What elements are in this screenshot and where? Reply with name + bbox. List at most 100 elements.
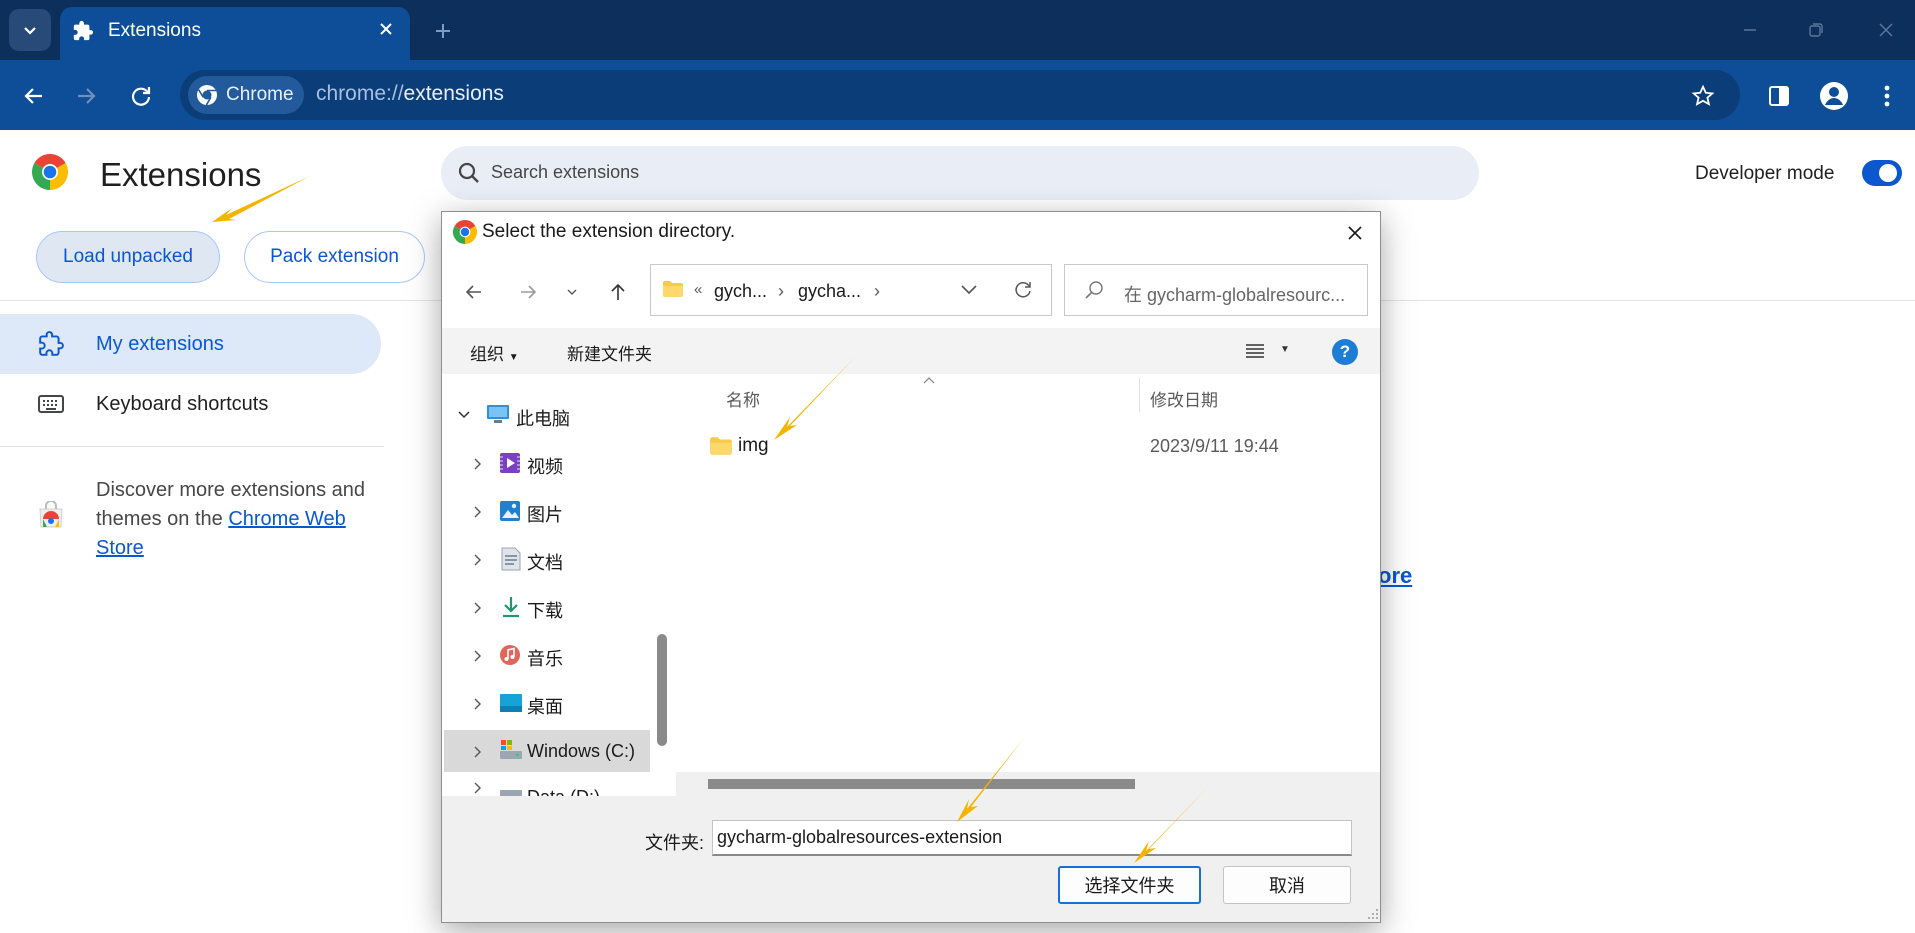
toggle-knob — [1879, 164, 1897, 182]
view-options-icon[interactable] — [1244, 342, 1266, 360]
up-folder-button[interactable] — [602, 276, 634, 308]
resize-grip-icon[interactable] — [1367, 908, 1379, 920]
tab-close-button[interactable] — [375, 18, 397, 40]
computer-icon — [487, 405, 509, 423]
sidebar-item-label: My extensions — [96, 333, 224, 355]
chevron-right-icon[interactable] — [472, 602, 482, 614]
column-header-modified[interactable]: 修改日期 — [1150, 386, 1218, 411]
column-separator[interactable] — [1139, 378, 1140, 412]
puzzle-icon — [73, 20, 94, 41]
help-button[interactable]: ? — [1332, 339, 1358, 365]
side-panel-button[interactable] — [1763, 80, 1795, 112]
restore-button[interactable] — [1796, 14, 1836, 46]
close-icon — [380, 23, 392, 35]
tab-title: Extensions — [108, 20, 201, 41]
chrome-site-chip[interactable]: Chrome — [188, 76, 304, 114]
chevron-right-icon[interactable] — [472, 650, 482, 662]
chevron-right-icon[interactable] — [472, 698, 482, 710]
close-icon — [1348, 226, 1362, 240]
documents-folder-icon — [501, 547, 521, 571]
scrollbar-thumb[interactable] — [708, 779, 1135, 789]
tree-item-clipped: Data (D:) — [444, 772, 650, 796]
window-close-button[interactable] — [1866, 14, 1906, 46]
forward-button[interactable] — [66, 76, 106, 116]
sidebar-item-keyboard-shortcuts[interactable]: Keyboard shortcuts — [96, 393, 268, 416]
partially-hidden-link[interactable]: ore — [1378, 563, 1412, 589]
recent-locations-button[interactable] — [556, 276, 588, 308]
load-unpacked-button[interactable]: Load unpacked — [36, 231, 220, 283]
drive-icon — [500, 790, 522, 796]
search-icon — [458, 162, 479, 183]
reload-icon — [131, 87, 151, 106]
chevron-right-icon[interactable] — [472, 782, 482, 794]
column-header-name[interactable]: 名称 — [726, 386, 760, 411]
close-icon — [1879, 23, 1893, 37]
tree-item-this-pc[interactable]: 此电脑 — [516, 405, 570, 431]
pictures-folder-icon — [500, 501, 520, 521]
breadcrumb-item[interactable]: gych... — [714, 281, 767, 302]
file-name: img — [738, 435, 769, 456]
refresh-icon[interactable] — [1013, 280, 1033, 300]
menu-button[interactable] — [1872, 78, 1902, 114]
chrome-logo-icon — [32, 154, 68, 190]
bookmark-button[interactable] — [1687, 80, 1719, 112]
arrow-right-icon — [78, 88, 96, 104]
dropdown-arrow-icon: ▼ — [508, 352, 519, 363]
chevron-right-icon[interactable] — [472, 506, 482, 518]
chevron-right-icon[interactable] — [472, 746, 482, 758]
arrow-up-icon — [611, 283, 625, 300]
tree-item-videos[interactable]: 视频 — [527, 453, 563, 479]
dialog-forward-button[interactable] — [512, 276, 544, 308]
restore-icon — [1809, 23, 1823, 37]
back-button[interactable] — [14, 76, 54, 116]
arrow-right-icon — [521, 285, 537, 299]
new-tab-button[interactable] — [428, 16, 458, 46]
tree-item-windows-c[interactable]: Windows (C:) — [527, 741, 635, 762]
tree-scrollbar[interactable] — [657, 634, 667, 746]
tree-item-desktop[interactable]: 桌面 — [527, 693, 563, 719]
url-scheme: chrome:// — [316, 82, 404, 105]
dialog-search-placeholder: 在 gycharm-globalresourc... — [1124, 285, 1346, 305]
arrow-left-icon — [24, 88, 42, 104]
chevron-right-icon[interactable] — [472, 458, 482, 470]
pack-extension-button[interactable]: Pack extension — [244, 231, 425, 283]
tree-item-data-d[interactable]: Data (D:) — [527, 787, 600, 796]
extension-icon — [39, 331, 64, 356]
search-placeholder: Search extensions — [491, 162, 640, 182]
profile-button[interactable] — [1816, 78, 1852, 114]
plus-icon — [436, 24, 450, 38]
minimize-button[interactable] — [1730, 14, 1770, 46]
dialog-back-button[interactable] — [458, 276, 490, 308]
tab-search-button[interactable] — [9, 9, 51, 51]
divider — [0, 446, 384, 447]
tree-item-pictures[interactable]: 图片 — [527, 501, 563, 527]
keyboard-icon — [38, 395, 64, 413]
downloads-folder-icon — [503, 597, 519, 618]
chevron-down-icon — [567, 289, 577, 295]
chevron-right-icon[interactable] — [472, 554, 482, 566]
tree-item-documents[interactable]: 文档 — [527, 549, 563, 575]
folder-name-field[interactable] — [712, 820, 1352, 856]
breadcrumb-item[interactable]: gycha... — [798, 281, 861, 302]
breadcrumb-overflow[interactable]: « — [694, 281, 702, 298]
reload-button[interactable] — [121, 76, 161, 116]
cancel-button[interactable]: 取消 — [1223, 866, 1351, 904]
drive-icon — [500, 740, 522, 759]
star-icon — [1691, 84, 1715, 106]
breadcrumb-separator-icon: › — [778, 281, 784, 301]
organize-menu-button[interactable]: 组织 ▼ — [470, 340, 519, 365]
tree-item-music[interactable]: 音乐 — [527, 645, 563, 671]
arrow-left-icon — [465, 285, 481, 299]
chip-label: Chrome — [226, 84, 294, 105]
folder-icon — [710, 437, 732, 455]
tree-item-downloads[interactable]: 下载 — [527, 597, 563, 623]
breadcrumb-separator-icon: › — [874, 281, 880, 301]
dialog-close-button[interactable] — [1342, 220, 1368, 246]
dropdown-arrow-icon[interactable]: ▼ — [1280, 344, 1290, 355]
select-folder-button[interactable]: 选择文件夹 — [1058, 866, 1201, 904]
url-path: extensions — [403, 82, 504, 105]
url-text[interactable]: chrome://extensions — [316, 82, 504, 106]
new-folder-button[interactable]: 新建文件夹 — [567, 340, 652, 365]
chevron-down-icon[interactable] — [458, 409, 470, 421]
chevron-down-icon[interactable] — [960, 284, 978, 296]
